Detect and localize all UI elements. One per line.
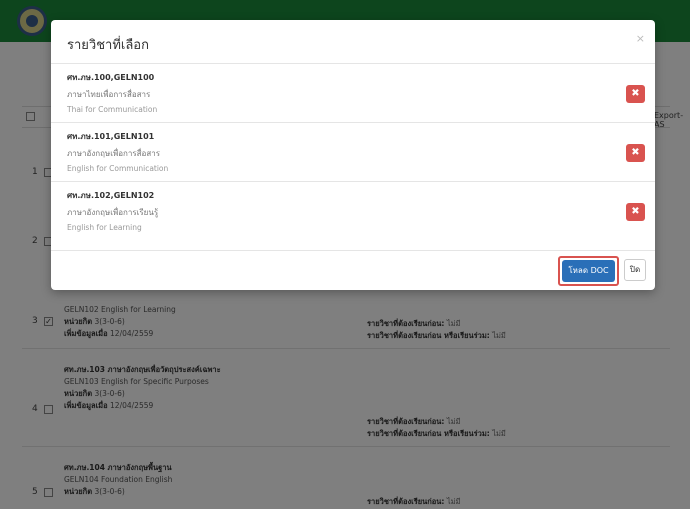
course-english-name: English for Communication (67, 164, 169, 173)
modal-footer: โหลด DOC ปิด (51, 250, 655, 290)
modal-title: รายวิชาที่เลือก (67, 38, 149, 53)
remove-course-button[interactable]: ✖ (626, 85, 645, 103)
selected-course-item: ศท.ภษ.101,GELN101 ภาษาอังกฤษเพื่อการสื่อ… (51, 124, 655, 182)
course-code: ศท.ภษ.100,GELN100 (67, 73, 155, 82)
course-thai-name: ภาษาอังกฤษเพื่อการเรียนรู้ (67, 208, 159, 217)
selected-course-item: ศท.ภษ.102,GELN102 ภาษาอังกฤษเพื่อการเรีย… (51, 183, 655, 241)
download-doc-button[interactable]: โหลด DOC (562, 260, 615, 282)
course-code: ศท.ภษ.101,GELN101 (67, 132, 155, 141)
course-english-name: Thai for Communication (67, 105, 158, 114)
close-icon[interactable]: × (636, 32, 645, 45)
course-thai-name: ภาษาไทยเพื่อการสื่อสาร (67, 90, 151, 99)
course-thai-name: ภาษาอังกฤษเพื่อการสื่อสาร (67, 149, 161, 158)
selected-courses-modal: รายวิชาที่เลือก × ศท.ภษ.100,GELN100 ภาษา… (51, 20, 655, 290)
selected-course-item: ศท.ภษ.100,GELN100 ภาษาไทยเพื่อการสื่อสาร… (51, 65, 655, 123)
course-english-name: English for Learning (67, 223, 142, 232)
remove-course-button[interactable]: ✖ (626, 203, 645, 221)
course-code: ศท.ภษ.102,GELN102 (67, 191, 155, 200)
remove-course-button[interactable]: ✖ (626, 144, 645, 162)
download-highlight-frame: โหลด DOC (558, 256, 619, 286)
modal-header: รายวิชาที่เลือก × (51, 20, 655, 64)
close-button[interactable]: ปิด (624, 259, 646, 281)
